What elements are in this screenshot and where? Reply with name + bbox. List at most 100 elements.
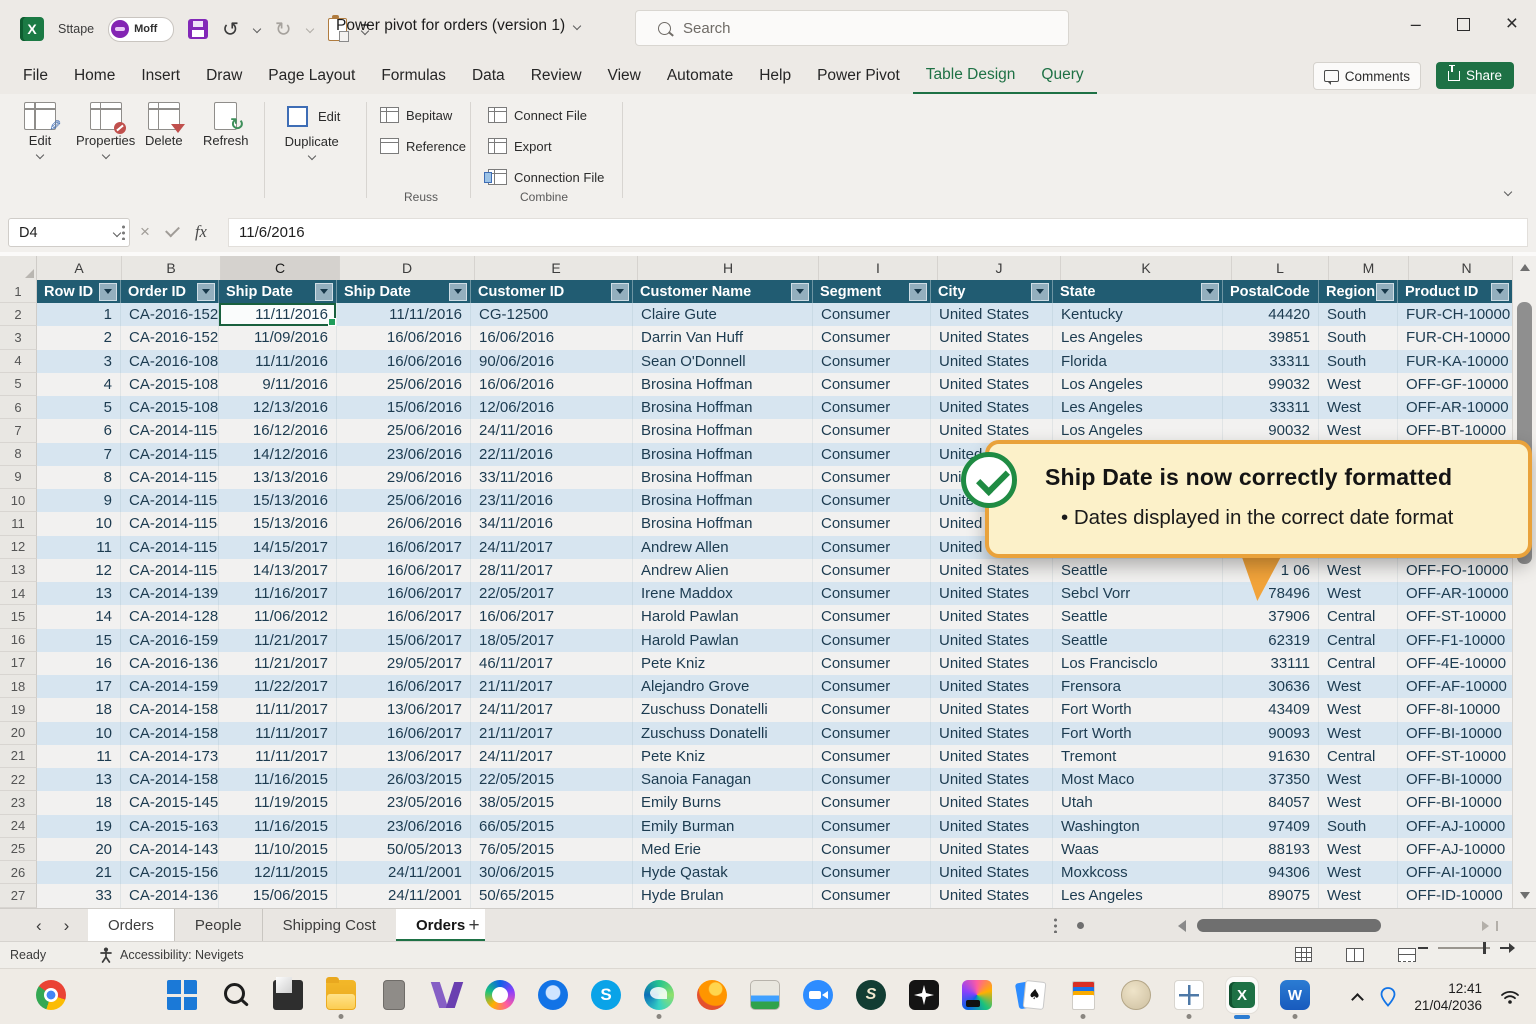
cell-L4[interactable]: 33311 [1223, 350, 1319, 373]
cell-K2[interactable]: Kentucky [1053, 303, 1223, 326]
cell-L3[interactable]: 39851 [1223, 326, 1319, 349]
cell-L27[interactable]: 89075 [1223, 884, 1319, 907]
cell-M18[interactable]: West [1319, 675, 1398, 698]
header-customer-id-E[interactable]: Customer ID [471, 280, 633, 303]
cell-M6[interactable]: West [1319, 396, 1398, 419]
cell-I26[interactable]: Consumer [813, 861, 931, 884]
cell-N20[interactable]: OFF-BI-10000 [1398, 722, 1513, 745]
cell-A26[interactable]: 21 [37, 861, 121, 884]
share-button[interactable]: Share [1436, 62, 1514, 89]
cell-C9[interactable]: 13/13/2016 [219, 466, 337, 489]
cell-D15[interactable]: 16/06/2017 [337, 605, 471, 628]
reference-button[interactable]: Reference [380, 138, 466, 154]
cell-C14[interactable]: 11/16/2017 [219, 582, 337, 605]
solitaire-icon[interactable] [1014, 977, 1046, 1013]
cell-H16[interactable]: Harold Pawlan [633, 629, 813, 652]
minimize-button[interactable]: – [1411, 14, 1421, 35]
cell-B12[interactable]: CA-2014-115916 [121, 536, 219, 559]
cell-J21[interactable]: United States [931, 745, 1053, 768]
cell-N6[interactable]: OFF-AR-10000 [1398, 396, 1513, 419]
title-dropdown-icon[interactable] [573, 22, 581, 30]
cell-A23[interactable]: 18 [37, 791, 121, 814]
menu-tab-help[interactable]: Help [746, 59, 804, 93]
cell-M20[interactable]: West [1319, 722, 1398, 745]
cell-K6[interactable]: Les Angeles [1053, 396, 1223, 419]
row-number-24[interactable]: 24 [0, 815, 37, 838]
edit-query-button[interactable]: ✎ Edit [24, 102, 56, 159]
cell-C8[interactable]: 14/12/2016 [219, 443, 337, 466]
cell-N3[interactable]: FUR-CH-10000 [1398, 326, 1513, 349]
cell-E3[interactable]: 16/06/2016 [471, 326, 633, 349]
cell-C16[interactable]: 11/21/2017 [219, 629, 337, 652]
cell-I6[interactable]: Consumer [813, 396, 931, 419]
zoom-icon[interactable] [802, 977, 834, 1013]
cell-K7[interactable]: Los Angeles [1053, 419, 1223, 442]
cell-E15[interactable]: 16/06/2017 [471, 605, 633, 628]
filter-dropdown-icon[interactable] [1031, 283, 1049, 301]
cell-C27[interactable]: 15/06/2015 [219, 884, 337, 907]
chrome-icon[interactable] [35, 977, 67, 1013]
coin-icon[interactable] [1120, 977, 1152, 1013]
cell-M16[interactable]: Central [1319, 629, 1398, 652]
cell-E14[interactable]: 22/05/2017 [471, 582, 633, 605]
header-product-id-N[interactable]: Product ID [1398, 280, 1513, 303]
menu-tab-review[interactable]: Review [518, 59, 595, 93]
header-state-K[interactable]: State [1053, 280, 1223, 303]
cell-B26[interactable]: CA-2015-156856 [121, 861, 219, 884]
cell-I3[interactable]: Consumer [813, 326, 931, 349]
cell-D27[interactable]: 24/11/2001 [337, 884, 471, 907]
next-sheet-icon[interactable]: › [64, 916, 70, 936]
row-number-4[interactable]: 4 [0, 350, 37, 373]
cell-E5[interactable]: 16/06/2016 [471, 373, 633, 396]
cell-A10[interactable]: 9 [37, 489, 121, 512]
cell-L16[interactable]: 62319 [1223, 629, 1319, 652]
cell-K20[interactable]: Fort Worth [1053, 722, 1223, 745]
cell-A4[interactable]: 3 [37, 350, 121, 373]
cell-C6[interactable]: 12/13/2016 [219, 396, 337, 419]
cell-A27[interactable]: 33 [37, 884, 121, 907]
cell-M25[interactable]: West [1319, 838, 1398, 861]
cell-L25[interactable]: 88193 [1223, 838, 1319, 861]
cell-D4[interactable]: 16/06/2016 [337, 350, 471, 373]
redo-dropdown-icon[interactable] [306, 25, 314, 33]
cell-D8[interactable]: 23/06/2016 [337, 443, 471, 466]
name-box-dropdown-icon[interactable] [113, 229, 121, 237]
cell-B25[interactable]: CA-2014-143336 [121, 838, 219, 861]
cell-L24[interactable]: 97409 [1223, 815, 1319, 838]
column-letter-M[interactable]: M [1329, 256, 1409, 281]
cell-C13[interactable]: 14/13/2017 [219, 559, 337, 582]
row-number-1[interactable]: 1 [0, 280, 37, 303]
cell-H9[interactable]: Brosina Hoffman [633, 466, 813, 489]
tab-bar-menu-icon[interactable] [1054, 917, 1057, 933]
cell-L18[interactable]: 30636 [1223, 675, 1319, 698]
cell-L7[interactable]: 90032 [1223, 419, 1319, 442]
undo-dropdown-icon[interactable] [253, 25, 261, 33]
filter-dropdown-icon[interactable] [1376, 283, 1394, 301]
cell-J4[interactable]: United States [931, 350, 1053, 373]
column-letter-J[interactable]: J [938, 256, 1061, 281]
cell-K3[interactable]: Les Angeles [1053, 326, 1223, 349]
cell-H27[interactable]: Hyde Brulan [633, 884, 813, 907]
cell-E21[interactable]: 24/11/2017 [471, 745, 633, 768]
cell-E25[interactable]: 76/05/2015 [471, 838, 633, 861]
scroll-down-icon[interactable] [1520, 892, 1530, 899]
document-title[interactable]: Power pivot for orders (version 1) [336, 17, 581, 35]
row-number-19[interactable]: 19 [0, 698, 37, 721]
row-number-7[interactable]: 7 [0, 419, 37, 442]
cell-M2[interactable]: South [1319, 303, 1398, 326]
cell-I9[interactable]: Consumer [813, 466, 931, 489]
row-number-23[interactable]: 23 [0, 791, 37, 814]
cell-D23[interactable]: 23/05/2016 [337, 791, 471, 814]
cell-B19[interactable]: CA-2014-158878 [121, 698, 219, 721]
cell-L15[interactable]: 37906 [1223, 605, 1319, 628]
cell-I17[interactable]: Consumer [813, 652, 931, 675]
header-city-J[interactable]: City [931, 280, 1053, 303]
cell-A17[interactable]: 16 [37, 652, 121, 675]
redo-button[interactable]: ↻ [275, 19, 292, 39]
normal-view-icon[interactable] [1295, 947, 1312, 962]
cell-L23[interactable]: 84057 [1223, 791, 1319, 814]
cell-I4[interactable]: Consumer [813, 350, 931, 373]
menu-tab-file[interactable]: File [10, 59, 61, 93]
excel-icon[interactable] [1226, 977, 1258, 1013]
cell-H26[interactable]: Hyde Qastak [633, 861, 813, 884]
